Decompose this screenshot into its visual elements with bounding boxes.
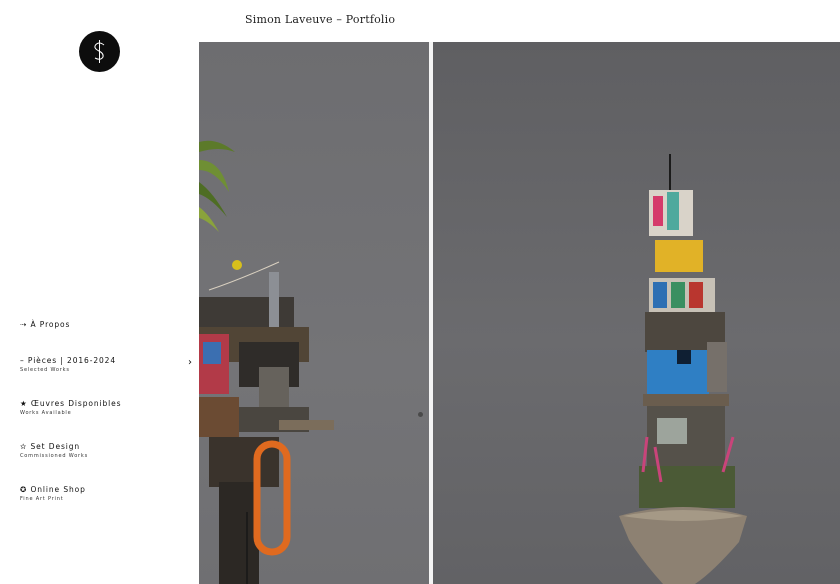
nav-item-label: ✪ Online Shop [20, 485, 86, 494]
gallery-image-sculpture-right[interactable] [433, 42, 840, 584]
chevron-right-icon[interactable]: › [188, 358, 192, 368]
nav-item-set-design[interactable]: ✫ Set Design Commissioned Works [20, 440, 192, 483]
nav-item-online-shop[interactable]: ✪ Online Shop Fine Art Print [20, 483, 192, 526]
nav-item-oeuvres-disponibles[interactable]: ★ Œuvres Disponibles Works Available [20, 397, 192, 440]
nav-item-label: ⇢ À Propos [20, 320, 71, 329]
image-gallery[interactable] [199, 42, 840, 584]
nav-item-label: ✫ Set Design [20, 442, 81, 451]
nav-item-label: ★ Œuvres Disponibles [20, 399, 122, 408]
nav-item-sublabel: Fine Art Print [20, 496, 64, 502]
nav-item-pieces[interactable]: – Pièces | 2016-2024 Selected Works › [20, 354, 192, 397]
nav-item-label: – Pièces | 2016-2024 [20, 356, 117, 365]
main-nav: ⇢ À Propos – Pièces | 2016-2024 Selected… [20, 318, 192, 526]
gallery-image-sculpture-left[interactable] [199, 42, 429, 584]
nav-item-a-propos[interactable]: ⇢ À Propos [20, 318, 192, 354]
logo[interactable] [79, 31, 120, 72]
dollar-monogram-icon [94, 40, 105, 63]
nav-item-sublabel: Commissioned Works [20, 453, 89, 459]
page-title: Simon Laveuve – Portfolio [245, 13, 396, 26]
carousel-dot[interactable] [418, 412, 423, 417]
